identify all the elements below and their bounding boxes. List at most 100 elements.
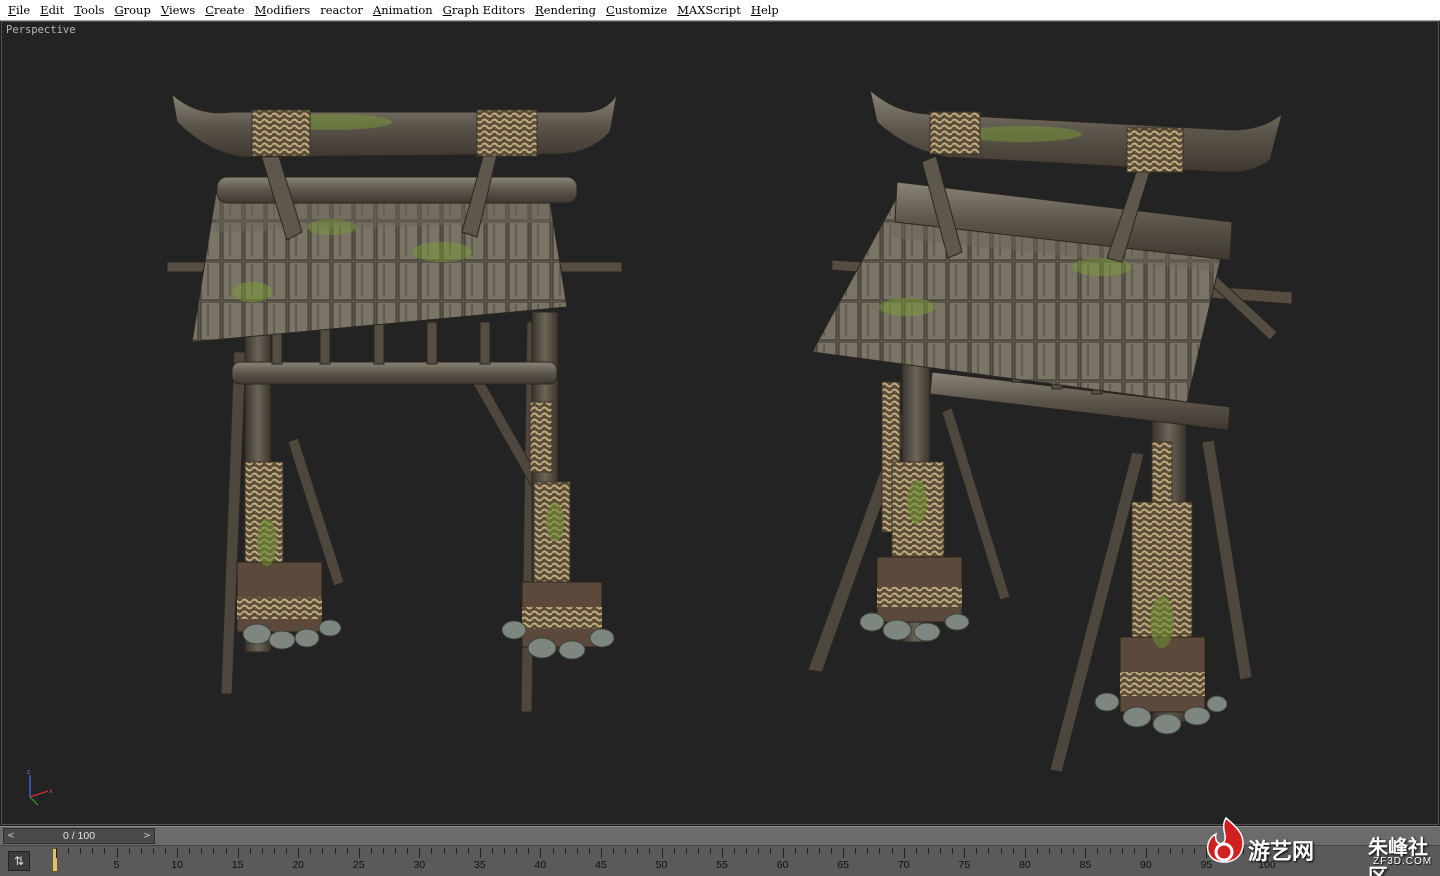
menu-item-help[interactable]: Help	[746, 0, 784, 21]
menu-item-animation[interactable]: Animation	[368, 0, 438, 21]
gate-right-model	[807, 88, 1293, 773]
ruler-tick	[419, 848, 421, 858]
ruler-minor-tick	[734, 848, 736, 854]
ruler-tick-label: 15	[231, 859, 244, 871]
ruler-minor-tick	[189, 848, 191, 854]
time-slider-thumb[interactable]: < 0 / 100 >	[3, 828, 155, 844]
scene-render	[166, 88, 1293, 773]
watermark-logo: 游艺网 朱峰社区 ZF3D.COM	[1198, 812, 1438, 876]
ruler-tick	[358, 848, 360, 858]
ruler-minor-tick	[286, 848, 288, 854]
svg-text:z: z	[27, 769, 30, 776]
ruler-tick	[56, 848, 57, 858]
ruler-minor-tick	[443, 848, 445, 854]
ruler-minor-tick	[128, 848, 130, 854]
ruler-minor-tick	[201, 848, 203, 854]
ruler-minor-tick	[770, 848, 772, 854]
ruler-minor-tick	[346, 848, 348, 854]
watermark-flame-icon	[1206, 816, 1244, 863]
ruler-minor-tick	[1133, 848, 1135, 854]
ruler-minor-tick	[709, 848, 711, 854]
ruler-minor-tick	[697, 848, 699, 854]
ruler-tick-label: 80	[1018, 859, 1031, 871]
ruler-tick	[964, 848, 966, 858]
ruler-tick-label: 20	[292, 859, 305, 871]
prev-frame-button[interactable]: <	[4, 829, 18, 843]
ruler-minor-tick	[1012, 848, 1014, 854]
gate-left-model	[166, 92, 623, 713]
ruler-tick-label: 85	[1079, 859, 1092, 871]
ruler-tick-label: 45	[595, 859, 607, 871]
ruler-tick	[298, 848, 300, 858]
ruler-minor-tick	[588, 848, 590, 854]
ruler-minor-tick	[261, 848, 263, 854]
ruler-minor-tick	[104, 848, 106, 854]
menu-item-create[interactable]: Create	[200, 0, 249, 21]
ruler-minor-tick	[818, 848, 820, 854]
ruler-minor-tick	[249, 848, 251, 854]
ruler-tick-label: 10	[171, 859, 183, 871]
ruler-minor-tick	[552, 848, 554, 854]
ruler-tick	[782, 848, 784, 858]
ruler-minor-tick	[491, 848, 493, 854]
menu-item-edit[interactable]: Edit	[35, 0, 69, 21]
menu-item-graph-editors[interactable]: Graph Editors	[438, 0, 530, 21]
ruler-minor-tick	[213, 848, 215, 854]
menu-item-customize[interactable]: Customize	[601, 0, 672, 21]
menu-item-file[interactable]: File	[3, 0, 35, 21]
ruler-minor-tick	[273, 848, 275, 854]
ruler-tick	[177, 848, 179, 858]
ruler-tick-label: 90	[1140, 859, 1152, 871]
ruler-minor-tick	[746, 848, 748, 854]
watermark-text-2: 朱峰社区	[1368, 835, 1428, 876]
ruler-minor-tick	[1073, 848, 1075, 854]
menu-item-rendering[interactable]: Rendering	[530, 0, 601, 21]
ruler-tick-label: 5	[113, 859, 120, 871]
ruler-tick-label: 30	[413, 859, 426, 871]
ruler-minor-tick	[637, 848, 639, 854]
menu-item-group[interactable]: Group	[109, 0, 155, 21]
ruler-tick	[1085, 848, 1087, 858]
ruler-tick	[540, 848, 542, 858]
ruler-minor-tick	[1109, 848, 1111, 854]
ruler-tick	[237, 848, 239, 858]
menu-item-maxscript[interactable]: MAXScript	[672, 0, 746, 21]
ruler-minor-tick	[576, 848, 578, 854]
menu-item-reactor[interactable]: reactor	[315, 0, 368, 21]
ruler-minor-tick	[431, 848, 433, 854]
mini-curve-editor-button[interactable]: ⇅	[8, 851, 30, 871]
ruler-minor-tick	[649, 848, 651, 854]
ruler-minor-tick	[613, 848, 615, 854]
ruler-tick	[116, 848, 118, 858]
menu-item-tools[interactable]: Tools	[69, 0, 109, 21]
next-frame-button[interactable]: >	[140, 829, 154, 843]
menu-item-modifiers[interactable]: Modifiers	[250, 0, 316, 21]
watermark-text-3: ZF3D.COM	[1373, 856, 1433, 867]
ruler-minor-tick	[915, 848, 917, 854]
ruler-tick	[903, 848, 905, 858]
ruler-minor-tick	[855, 848, 857, 854]
ruler-minor-tick	[1036, 848, 1038, 854]
ruler-minor-tick	[225, 848, 227, 854]
ruler-minor-tick	[1182, 848, 1184, 854]
menu-item-views[interactable]: Views	[156, 0, 200, 21]
ruler-minor-tick	[976, 848, 978, 854]
perspective-viewport[interactable]: Perspective z x	[1, 21, 1439, 825]
ruler-minor-tick	[1097, 848, 1099, 854]
ruler-tick-label: 65	[837, 859, 849, 871]
ruler-minor-tick	[794, 848, 796, 854]
ruler-tick-label: 75	[958, 859, 971, 871]
ruler-minor-tick	[867, 848, 869, 854]
ruler-minor-tick	[625, 848, 627, 854]
ruler-minor-tick	[1194, 848, 1196, 854]
ruler-minor-tick	[564, 848, 566, 854]
ruler-minor-tick	[988, 848, 990, 854]
ruler-minor-tick	[1170, 848, 1172, 854]
ruler-minor-tick	[685, 848, 687, 854]
menu-bar: File Edit Tools Group Views Create Modifiers re…	[0, 0, 1440, 21]
ruler-tick	[1145, 848, 1147, 858]
ruler-minor-tick	[1061, 848, 1063, 854]
ruler-minor-tick	[516, 848, 518, 854]
ruler-minor-tick	[831, 848, 833, 854]
ruler-tick	[722, 848, 724, 858]
